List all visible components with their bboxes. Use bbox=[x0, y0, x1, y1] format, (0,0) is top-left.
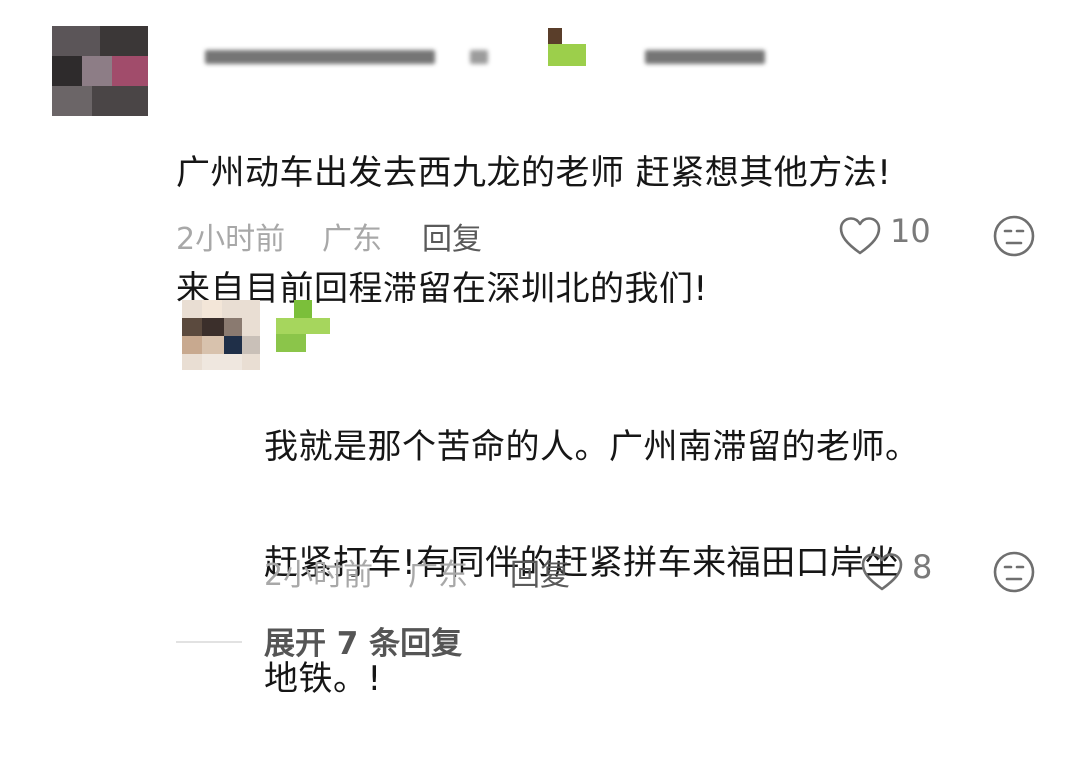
reply-text-line: 我就是那个苦命的人。广州南滞留的老师。 bbox=[264, 427, 920, 467]
heart-outline-icon[interactable] bbox=[838, 216, 882, 256]
neutral-face-icon[interactable] bbox=[992, 214, 1036, 258]
reply-button[interactable]: 回复 bbox=[422, 214, 482, 258]
comment-text-line: 广州动车出发去西九龙的老师 赶紧想其他方法! bbox=[176, 153, 892, 193]
neutral-face-icon[interactable] bbox=[992, 550, 1036, 594]
user-badge-icon bbox=[548, 28, 586, 66]
reply-user-badge-icon bbox=[276, 300, 330, 352]
comment-region: 广东 bbox=[322, 222, 382, 257]
reply-time: 2小时前 bbox=[264, 558, 374, 593]
username-blurred[interactable] bbox=[205, 44, 815, 68]
reply-region: 广东 bbox=[408, 558, 468, 593]
comment-time: 2小时前 bbox=[176, 222, 286, 257]
reply-reply-button[interactable]: 回复 bbox=[510, 550, 570, 594]
heart-outline-icon[interactable] bbox=[860, 552, 904, 592]
expand-replies-button[interactable]: 展开 7 条回复 bbox=[264, 618, 462, 663]
reply-like-count: 8 bbox=[912, 548, 933, 586]
like-count: 10 bbox=[890, 212, 931, 250]
expand-divider bbox=[176, 641, 242, 643]
avatar[interactable] bbox=[52, 26, 148, 116]
reply-avatar[interactable] bbox=[182, 300, 260, 370]
